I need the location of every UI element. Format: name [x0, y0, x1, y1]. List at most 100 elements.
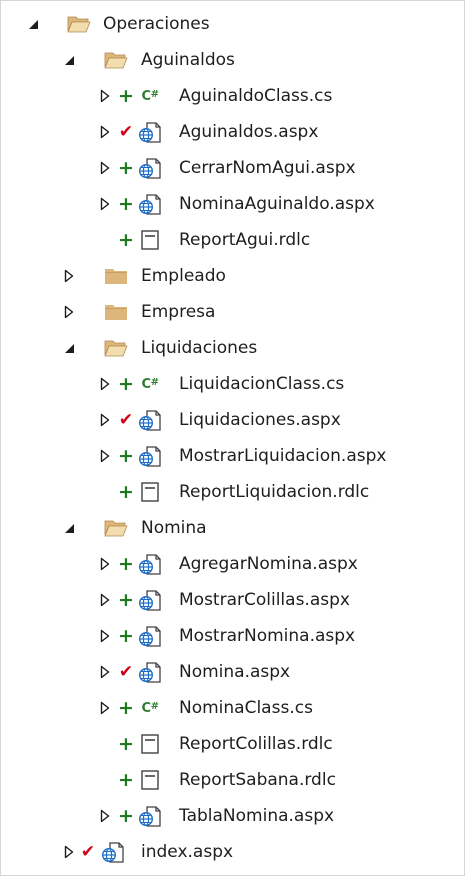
- file-label: MostrarLiquidacion.aspx: [179, 446, 387, 466]
- pending-add-icon: +: [118, 697, 134, 719]
- checked-in-icon: ✔: [118, 662, 134, 682]
- pending-add-icon: +: [118, 481, 134, 503]
- aspx-file-icon: [138, 618, 162, 654]
- file-label: index.aspx: [141, 842, 234, 862]
- aspx-file-icon: [138, 402, 162, 438]
- file-label: ReportLiquidacion.rdlc: [179, 482, 370, 502]
- csharp-file-icon: C#: [141, 376, 159, 392]
- tree-row[interactable]: Empleado: [1, 258, 464, 294]
- file-label: NominaAguinaldo.aspx: [179, 194, 375, 214]
- tree-row[interactable]: ✔ Liquidaciones.aspx: [1, 402, 464, 438]
- aspx-file-icon: [138, 546, 162, 582]
- collapsed-arrow-icon[interactable]: [97, 78, 113, 114]
- file-label: Nomina.aspx: [179, 662, 291, 682]
- pending-add-icon: +: [118, 805, 134, 827]
- pending-add-icon: +: [118, 193, 134, 215]
- report-file-icon: [138, 222, 162, 258]
- tree-row[interactable]: Empresa: [1, 294, 464, 330]
- tree-row[interactable]: ✔ Aguinaldos.aspx: [1, 114, 464, 150]
- pending-add-icon: +: [118, 589, 134, 611]
- tree-row[interactable]: + C# LiquidacionClass.cs: [1, 366, 464, 402]
- folder-open-icon: [104, 42, 128, 78]
- file-label: ReportSabana.rdlc: [179, 770, 336, 790]
- folder-label: Empleado: [141, 266, 226, 286]
- expanded-arrow-icon[interactable]: [61, 42, 77, 78]
- collapsed-arrow-icon[interactable]: [97, 366, 113, 402]
- collapsed-arrow-icon[interactable]: [97, 150, 113, 186]
- file-label: MostrarNomina.aspx: [179, 626, 356, 646]
- tree-row[interactable]: + CerrarNomAgui.aspx: [1, 150, 464, 186]
- file-label: Liquidaciones.aspx: [179, 410, 341, 430]
- tree-row[interactable]: + TablaNomina.aspx: [1, 798, 464, 834]
- report-file-icon: [138, 762, 162, 798]
- file-label: MostrarColillas.aspx: [179, 590, 350, 610]
- collapsed-arrow-icon[interactable]: [97, 114, 113, 150]
- tree-row[interactable]: ✔ index.aspx: [1, 834, 464, 870]
- pending-add-icon: +: [118, 445, 134, 467]
- tree-row[interactable]: + NominaAguinaldo.aspx: [1, 186, 464, 222]
- aspx-file-icon: [138, 798, 162, 834]
- tree-row[interactable]: + MostrarColillas.aspx: [1, 582, 464, 618]
- pending-add-icon: +: [118, 229, 134, 251]
- file-label: CerrarNomAgui.aspx: [179, 158, 356, 178]
- tree-row[interactable]: Operaciones: [1, 6, 464, 42]
- collapsed-arrow-icon[interactable]: [61, 294, 77, 330]
- file-label: LiquidacionClass.cs: [179, 374, 345, 394]
- tree-row[interactable]: + C# NominaClass.cs: [1, 690, 464, 726]
- tree-row[interactable]: Aguinaldos: [1, 42, 464, 78]
- csharp-file-icon: C#: [141, 700, 159, 716]
- folder-closed-icon: [104, 294, 128, 330]
- tree-row[interactable]: + MostrarLiquidacion.aspx: [1, 438, 464, 474]
- aspx-file-icon: [138, 186, 162, 222]
- collapsed-arrow-icon[interactable]: [97, 546, 113, 582]
- pending-add-icon: +: [118, 373, 134, 395]
- expanded-arrow-icon[interactable]: [61, 510, 77, 546]
- checked-in-icon: ✔: [118, 122, 134, 142]
- checked-in-icon: ✔: [118, 410, 134, 430]
- collapsed-arrow-icon[interactable]: [97, 582, 113, 618]
- tree-row[interactable]: Nomina: [1, 510, 464, 546]
- folder-open-icon: [104, 510, 128, 546]
- collapsed-arrow-icon[interactable]: [61, 258, 77, 294]
- tree-row[interactable]: ✔ Nomina.aspx: [1, 654, 464, 690]
- solution-explorer-tree[interactable]: Operaciones Aguinaldos + C# AguinaldoClass.…: [0, 0, 465, 876]
- tree-row[interactable]: + C# AguinaldoClass.cs: [1, 78, 464, 114]
- collapsed-arrow-icon[interactable]: [97, 186, 113, 222]
- tree-row[interactable]: + AgregarNomina.aspx: [1, 546, 464, 582]
- collapsed-arrow-icon[interactable]: [61, 834, 77, 870]
- expanded-arrow-icon[interactable]: [25, 6, 41, 42]
- folder-closed-icon: [104, 258, 128, 294]
- file-label: AguinaldoClass.cs: [179, 86, 333, 106]
- expanded-arrow-icon[interactable]: [61, 330, 77, 366]
- folder-label: Operaciones: [103, 14, 210, 34]
- tree-row[interactable]: + MostrarNomina.aspx: [1, 618, 464, 654]
- collapsed-arrow-icon[interactable]: [97, 618, 113, 654]
- collapsed-arrow-icon[interactable]: [97, 438, 113, 474]
- collapsed-arrow-icon[interactable]: [97, 402, 113, 438]
- folder-label: Liquidaciones: [141, 338, 258, 358]
- aspx-file-icon: [138, 150, 162, 186]
- tree-row[interactable]: + ReportSabana.rdlc: [1, 762, 464, 798]
- tree-row[interactable]: + ReportColillas.rdlc: [1, 726, 464, 762]
- file-label: Aguinaldos.aspx: [179, 122, 319, 142]
- collapsed-arrow-icon[interactable]: [97, 690, 113, 726]
- tree-row[interactable]: + ReportAgui.rdlc: [1, 222, 464, 258]
- tree-row[interactable]: Liquidaciones: [1, 330, 464, 366]
- report-file-icon: [138, 474, 162, 510]
- file-label: ReportColillas.rdlc: [179, 734, 333, 754]
- folder-open-icon: [67, 6, 91, 42]
- aspx-file-icon: [138, 114, 162, 150]
- aspx-file-icon: [138, 654, 162, 690]
- collapsed-arrow-icon[interactable]: [97, 654, 113, 690]
- tree-row[interactable]: + ReportLiquidacion.rdlc: [1, 474, 464, 510]
- aspx-file-icon: [101, 834, 125, 870]
- file-label: TablaNomina.aspx: [179, 806, 335, 826]
- pending-add-icon: +: [118, 625, 134, 647]
- pending-add-icon: +: [118, 769, 134, 791]
- folder-label: Empresa: [141, 302, 216, 322]
- checked-in-icon: ✔: [80, 842, 96, 862]
- folder-open-icon: [104, 330, 128, 366]
- aspx-file-icon: [138, 582, 162, 618]
- file-label: NominaClass.cs: [179, 698, 313, 718]
- collapsed-arrow-icon[interactable]: [97, 798, 113, 834]
